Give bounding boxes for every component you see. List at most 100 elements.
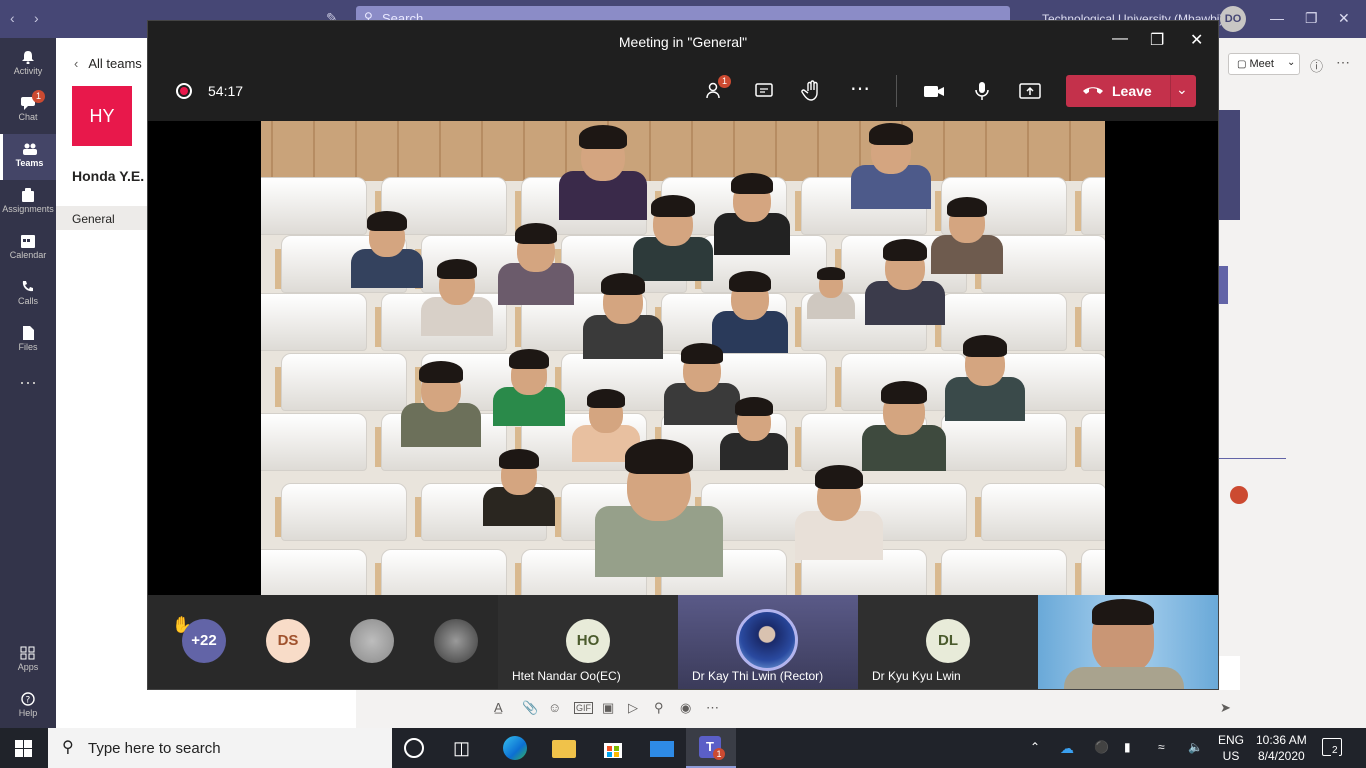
meeting-timer: 54:17 — [208, 83, 244, 99]
gif-icon[interactable]: GIF — [574, 702, 593, 714]
share-screen-icon — [1019, 83, 1041, 99]
wall-slat — [817, 121, 819, 181]
assignments-icon — [22, 188, 34, 202]
participant-hair — [601, 273, 645, 295]
teams-icon — [22, 143, 37, 155]
overflow-participants[interactable]: +22 — [182, 619, 226, 663]
teams-taskbar-button[interactable]: T 1 — [686, 728, 736, 768]
leave-options-chevron-icon[interactable]: ⌄ — [1176, 81, 1188, 98]
chat-button[interactable] — [752, 79, 776, 103]
sticker-icon[interactable]: ▣ — [602, 700, 614, 716]
back-arrow-icon[interactable]: ‹ — [10, 10, 15, 26]
auditorium-seat — [261, 549, 367, 595]
more-options-icon[interactable]: ⋯ — [1336, 54, 1350, 71]
wall-slat — [775, 121, 777, 181]
info-icon[interactable]: ⓘ — [1310, 56, 1323, 75]
send-icon[interactable]: ➤ — [1220, 700, 1231, 716]
participant-hair — [869, 123, 913, 145]
forward-arrow-icon[interactable]: › — [34, 10, 39, 26]
meet-button[interactable]: ▢ Meet ⌄ — [1228, 53, 1300, 75]
meeting-minimize-icon[interactable]: — — [1112, 30, 1128, 48]
maximize-icon[interactable]: ❐ — [1305, 10, 1318, 27]
location-icon[interactable]: ◉ — [680, 700, 691, 716]
language-indicator[interactable]: ENG US — [1218, 732, 1244, 764]
file-explorer-icon[interactable] — [552, 740, 576, 758]
notification-center-icon[interactable]: 2 — [1322, 738, 1342, 756]
wall-slat — [733, 121, 735, 181]
leave-button[interactable]: Leave ⌄ — [1066, 75, 1196, 107]
tray-expand-icon[interactable]: ⌃ — [1030, 740, 1040, 754]
auditorium-seat — [281, 353, 407, 411]
participant-name: Htet Nandar Oo(EC) — [512, 669, 621, 683]
wifi-icon[interactable]: ≈ — [1158, 740, 1165, 754]
participant-tile-rector[interactable]: Dr Kay Thi Lwin (Rector) — [678, 595, 858, 689]
participant-tile-kyu[interactable]: DL Dr Kyu Kyu Lwin — [858, 595, 1038, 689]
participant-hair — [963, 335, 1007, 357]
windows-start-icon[interactable] — [15, 740, 32, 757]
rail-apps[interactable]: Apps — [0, 638, 56, 684]
participant-avatar-dl: DL — [926, 619, 970, 663]
rail-help[interactable]: ? Help — [0, 684, 56, 730]
onedrive-icon[interactable]: ☁ — [1060, 740, 1074, 757]
participant-avatar-ds[interactable]: DS — [266, 619, 310, 663]
participant-hair — [437, 259, 477, 279]
participant-avatar-photo[interactable] — [350, 619, 394, 663]
participant-hair — [419, 361, 463, 383]
rail-calls[interactable]: Calls — [0, 272, 56, 318]
phone-icon — [22, 281, 33, 292]
auditorium-seat — [941, 413, 1067, 471]
hang-up-icon — [1083, 87, 1103, 94]
format-icon[interactable]: A̲ — [494, 700, 503, 715]
close-icon[interactable]: ✕ — [1338, 10, 1350, 27]
system-clock[interactable]: 10:36 AM 8/4/2020 — [1256, 732, 1307, 764]
together-mode-scene — [261, 121, 1105, 595]
user-avatar[interactable]: DO — [1220, 6, 1246, 32]
rail-files[interactable]: Files — [0, 318, 56, 364]
battery-icon[interactable]: ▮ — [1124, 740, 1131, 754]
cortana-icon[interactable] — [404, 738, 424, 758]
meeting-maximize-icon[interactable]: ❐ — [1150, 30, 1164, 50]
more-apps-icon[interactable]: ⋯ — [706, 700, 719, 716]
self-video-tile[interactable] — [1038, 595, 1218, 689]
participants-button[interactable]: 1 — [704, 75, 731, 103]
teams-taskbar-badge: 1 — [713, 748, 725, 760]
rail-chat[interactable]: 1 Chat — [0, 88, 56, 134]
attach-icon[interactable]: 📎 — [522, 700, 538, 716]
leave-separator — [1170, 75, 1171, 107]
participant-tile-htet[interactable]: HO Htet Nandar Oo(EC) — [498, 595, 678, 689]
participant-avatar-photo-2[interactable] — [434, 619, 478, 663]
rail-assignments[interactable]: Assignments — [0, 180, 56, 226]
camera-button[interactable] — [922, 79, 946, 103]
microphone-button[interactable] — [970, 79, 994, 103]
chat-badge: 1 — [32, 90, 45, 103]
live-meeting-icon[interactable] — [1230, 486, 1248, 504]
task-view-icon[interactable]: ◫ — [453, 736, 477, 760]
team-name[interactable]: Honda Y.E. — [72, 168, 144, 184]
meeting-title-bar: Meeting in "General" — ❐ ✕ — [148, 21, 1218, 61]
share-screen-button[interactable] — [1018, 79, 1042, 103]
taskbar-search-input[interactable]: ⚲ Type here to search — [48, 728, 392, 768]
rail-activity[interactable]: Activity — [0, 42, 56, 88]
store-icon[interactable] — [601, 736, 625, 760]
minimize-icon[interactable]: — — [1270, 10, 1284, 26]
meeting-close-icon[interactable]: ✕ — [1190, 30, 1203, 50]
emoji-icon[interactable]: ☺ — [548, 700, 561, 715]
rail-teams[interactable]: Teams — [0, 134, 56, 180]
tray-microphone-icon[interactable]: ⚫ — [1094, 740, 1109, 754]
more-icon[interactable]: ⋯ — [0, 368, 56, 414]
wall-slat — [943, 121, 945, 181]
more-actions-icon[interactable]: ⋯ — [848, 79, 872, 103]
mail-icon[interactable] — [650, 741, 674, 757]
meeting-chat-icon — [755, 83, 773, 97]
all-teams-link[interactable]: ‹ All teams — [74, 56, 142, 71]
meet-now-icon[interactable]: ▷ — [628, 700, 638, 716]
camera-icon — [924, 86, 944, 97]
rail-calendar[interactable]: Calendar — [0, 226, 56, 272]
edge-browser-icon[interactable] — [503, 736, 527, 760]
microphone-icon — [975, 82, 989, 100]
raise-hand-button[interactable] — [800, 79, 824, 103]
recording-icon — [176, 83, 192, 99]
praise-icon[interactable]: ⚲ — [654, 700, 664, 716]
volume-icon[interactable]: 🔈 — [1188, 740, 1203, 754]
meeting-title: Meeting in "General" — [618, 34, 748, 50]
